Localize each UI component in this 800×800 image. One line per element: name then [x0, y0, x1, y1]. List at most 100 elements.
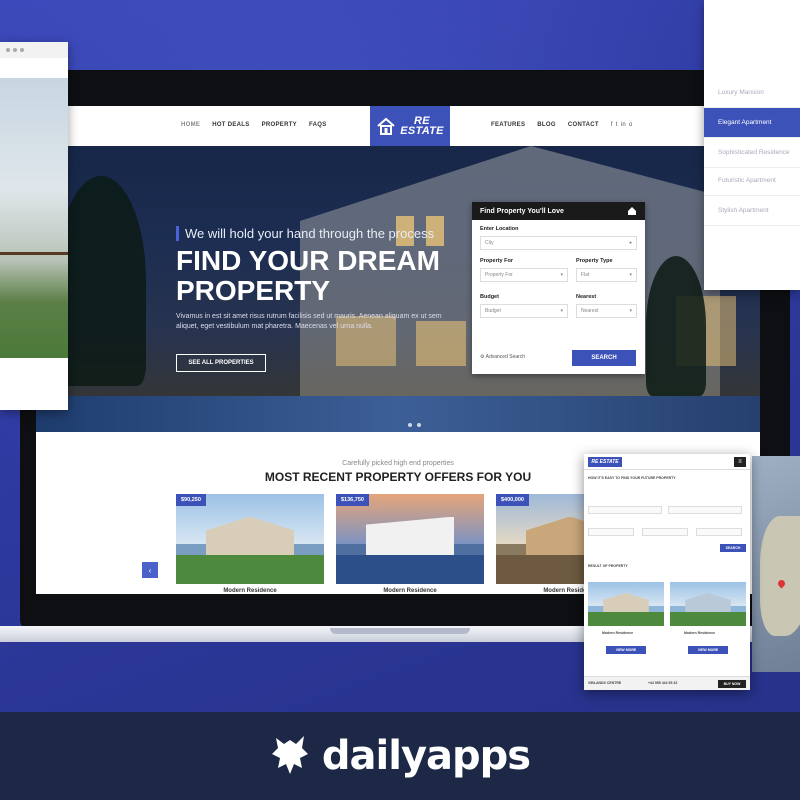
laptop-notch — [330, 628, 470, 634]
mobile-header: RE ESTATE ≡ — [584, 454, 750, 470]
mobile-view-more-button[interactable]: VIEW MORE — [606, 646, 646, 654]
nav-blog[interactable]: BLOG — [537, 122, 556, 128]
hero-tagline: We will hold your hand through the proce… — [176, 226, 434, 241]
nearest-value: Nearest — [581, 308, 599, 314]
chevron-down-icon: ▾ — [560, 272, 563, 278]
chevron-down-icon: ▾ — [560, 308, 563, 314]
linkedin-icon[interactable]: in — [621, 122, 626, 128]
property-search-box: Find Property You'll Love Enter Location… — [472, 202, 645, 374]
nearest-select[interactable]: Nearest ▾ — [576, 304, 637, 318]
house-icon — [377, 117, 395, 135]
instagram-icon[interactable]: o — [629, 122, 633, 128]
property-card[interactable]: $136,750 — [336, 494, 484, 584]
search-button[interactable]: SEARCH — [572, 350, 636, 366]
list-item[interactable]: Sophisticated Residence — [704, 138, 800, 168]
property-for-value: Property For — [485, 272, 513, 278]
hero-headline: FIND YOUR DREAM PROPERTY — [176, 245, 440, 306]
budget-value: Budget — [485, 308, 501, 314]
hero-section: HOME HOT DEALS PROPERTY FAQS RE ESTATE F… — [36, 106, 760, 432]
slider-dots — [408, 423, 421, 427]
nearest-label: Nearest — [576, 294, 597, 300]
plant — [646, 256, 706, 396]
left-preview-window — [0, 42, 68, 410]
mobile-results-title: RESULT OF PROPERTY — [588, 564, 628, 568]
facebook-icon[interactable]: f — [611, 122, 613, 128]
window-dot — [13, 48, 17, 52]
budget-label: Budget — [480, 294, 499, 300]
chevron-down-icon: ▾ — [629, 272, 632, 278]
twitter-icon[interactable]: t — [616, 122, 618, 128]
location-pin-icon: ● — [628, 240, 632, 246]
list-item[interactable]: Stylish Apartment — [704, 196, 800, 226]
nav-features[interactable]: FEATURES — [491, 122, 525, 128]
mobile-field[interactable] — [588, 506, 662, 514]
search-box-title: Find Property You'll Love — [480, 207, 564, 215]
see-all-label: SEE ALL PROPERTIES — [188, 360, 254, 366]
card-lawn — [176, 555, 324, 584]
mobile-field[interactable] — [668, 506, 742, 514]
card-title: Modern Residence — [383, 588, 437, 594]
mobile-card-title: Modern Residence — [602, 631, 634, 635]
mobile-field[interactable] — [588, 528, 634, 536]
property-for-select[interactable]: Property For ▾ — [480, 268, 568, 282]
mobile-footer-phone: +44 555 444 55 33 — [648, 681, 678, 685]
hamburger-icon[interactable]: ≡ — [734, 457, 746, 467]
house-photo — [0, 78, 68, 358]
map-landmass — [760, 516, 800, 636]
slider-dot[interactable] — [417, 423, 421, 427]
mobile-property-card[interactable] — [588, 582, 664, 626]
mobile-card-title: Modern Residence — [684, 631, 716, 635]
carousel-prev-button[interactable]: ‹ — [142, 562, 158, 578]
mobile-search-button[interactable]: SEARCH — [720, 544, 746, 552]
budget-select[interactable]: Budget ▾ — [480, 304, 568, 318]
chevron-left-icon: ‹ — [148, 565, 152, 575]
list-item[interactable]: Luxury Mansion — [704, 78, 800, 108]
mobile-buy-now-button[interactable]: BUY NOW — [718, 680, 746, 688]
location-placeholder: City — [485, 240, 494, 246]
advanced-search-link[interactable]: ⚙ Advanced Search — [480, 354, 525, 360]
mobile-question: HOW IT'S EASY TO FIND YOUR FUTURE PROPER… — [588, 476, 676, 480]
property-type-select[interactable]: Flat ▾ — [576, 268, 637, 282]
nav-property[interactable]: PROPERTY — [262, 122, 297, 128]
map-view[interactable] — [752, 456, 800, 672]
brand-name: dailyapps — [321, 733, 531, 779]
price-badge: $136,750 — [336, 494, 369, 506]
list-item-active[interactable]: Elegant Apartment — [704, 108, 800, 138]
window-dot — [20, 48, 24, 52]
chevron-down-icon: ▾ — [629, 308, 632, 314]
search-box-header: Find Property You'll Love — [472, 202, 645, 220]
nav-left-links: HOME HOT DEALS PROPERTY FAQS — [181, 122, 327, 128]
site-logo[interactable]: RE ESTATE — [370, 106, 450, 146]
slider-dot[interactable] — [408, 423, 412, 427]
mobile-footer-left: VIBLANDS CENTRE — [588, 681, 622, 685]
search-button-label: SEARCH — [591, 355, 617, 361]
nav-home[interactable]: HOME — [181, 122, 200, 128]
mobile-view-more-button[interactable]: VIEW MORE — [688, 646, 728, 654]
mobile-property-card[interactable] — [670, 582, 746, 626]
see-all-properties-button[interactable]: SEE ALL PROPERTIES — [176, 354, 266, 372]
hero-description: Vivamus in est sit amet risus rutrum fac… — [176, 313, 442, 330]
mobile-field[interactable] — [696, 528, 742, 536]
window-dot — [6, 48, 10, 52]
pool — [36, 396, 760, 432]
home-icon — [628, 207, 636, 215]
property-list-panel: Luxury Mansion Elegant Apartment Sophist… — [704, 0, 800, 290]
list-item[interactable]: Futuristic Apartment — [704, 166, 800, 196]
property-type-value: Flat — [581, 272, 590, 278]
mobile-footer: VIBLANDS CENTRE +44 555 444 55 33 BUY NO… — [584, 676, 750, 690]
mobile-logo[interactable]: RE ESTATE — [588, 457, 622, 467]
property-type-label: Property Type — [576, 258, 613, 264]
nav-right-links: FEATURES BLOG CONTACT f t in o — [491, 122, 633, 128]
price-badge: $400,000 — [496, 494, 529, 506]
brand-footer: dailyapps — [0, 712, 800, 800]
advanced-search-label: Advanced Search — [485, 354, 526, 360]
logo-line-2: ESTATE — [400, 125, 444, 137]
location-input[interactable]: City ● — [480, 236, 637, 250]
nav-faqs[interactable]: FAQS — [309, 122, 327, 128]
nav-hot-deals[interactable]: HOT DEALS — [212, 122, 249, 128]
nav-contact[interactable]: CONTACT — [568, 122, 599, 128]
mobile-field[interactable] — [642, 528, 688, 536]
window-titlebar — [0, 42, 68, 58]
property-card[interactable]: $90,250 — [176, 494, 324, 584]
social-icons: f t in o — [611, 122, 633, 128]
